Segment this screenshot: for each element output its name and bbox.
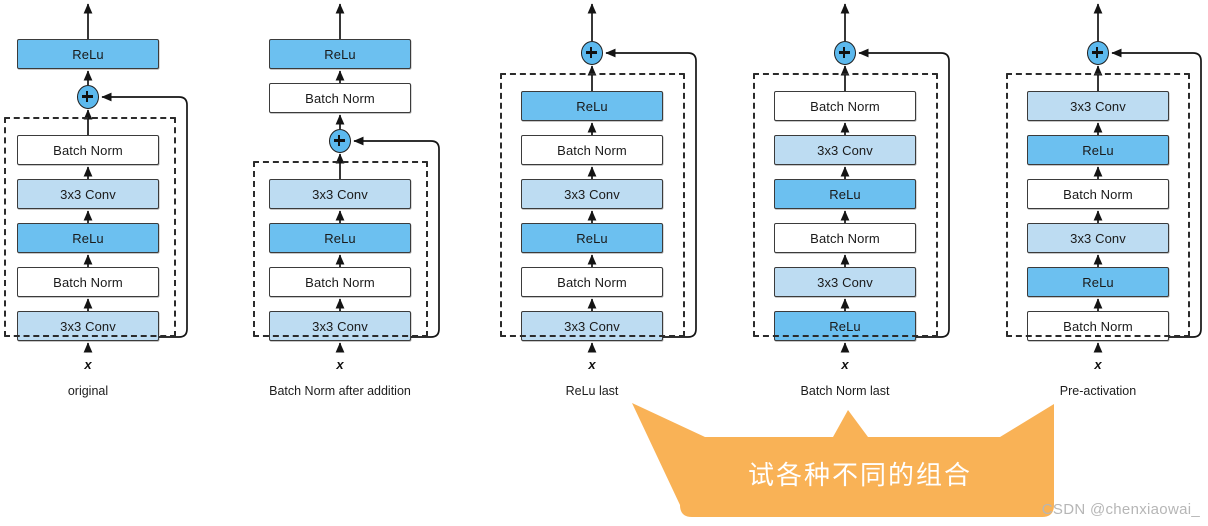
residual-branch-dashed-box (253, 161, 428, 337)
input-label-x: x (1094, 357, 1102, 372)
residual-addition-node (834, 41, 856, 65)
layer-block-bn: Batch Norm (269, 83, 411, 113)
layer-block-relu: ReLu (17, 39, 159, 69)
residual-addition-node (329, 129, 351, 153)
watermark-label: CSDN @chenxiaowai_ (1041, 501, 1200, 518)
diagram-canvas: Batch Norm 3x3 Conv ReLu Batch Norm 3x3 Conv… (0, 0, 1208, 526)
input-label-x: x (841, 357, 849, 372)
residual-branch-dashed-box (4, 117, 176, 337)
residual-branch-dashed-box (753, 73, 938, 337)
residual-addition-node (77, 85, 99, 109)
layer-block-relu: ReLu (269, 39, 411, 69)
residual-branch-dashed-box (1006, 73, 1190, 337)
residual-addition-node (581, 41, 603, 65)
input-label-x: x (336, 357, 344, 372)
variant-caption: Batch Norm last (800, 384, 890, 398)
residual-addition-node (1087, 41, 1109, 65)
variant-caption: ReLu last (565, 384, 619, 398)
variant-caption: Pre-activation (1059, 384, 1137, 398)
residual-branch-dashed-box (500, 73, 685, 337)
input-label-x: x (588, 357, 596, 372)
variant-caption: Batch Norm after addition (269, 384, 411, 398)
callout-text: 试各种不同的组合 (747, 461, 972, 491)
input-label-x: x (84, 357, 92, 372)
variant-caption: original (67, 384, 109, 398)
